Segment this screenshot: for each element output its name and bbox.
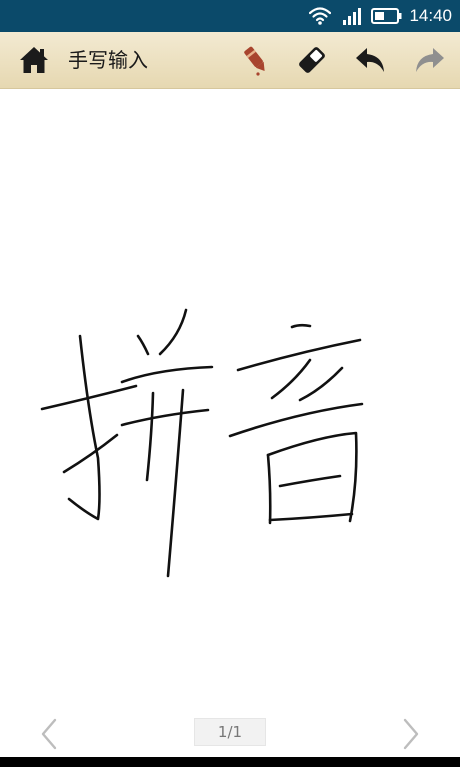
home-icon — [20, 47, 48, 73]
previous-page-button[interactable] — [34, 717, 64, 751]
handwriting-canvas[interactable] — [0, 89, 460, 709]
pen-icon — [244, 46, 265, 76]
page-title: 手写输入 — [68, 48, 148, 72]
previous-page-icon — [41, 718, 57, 750]
redo-button[interactable] — [412, 42, 448, 78]
clock: 14:40 — [409, 6, 452, 25]
page-indicator: 1/1 — [194, 718, 266, 746]
pen-button[interactable] — [238, 42, 274, 78]
battery-icon — [371, 8, 402, 24]
home-button[interactable] — [16, 42, 52, 78]
handwriting-strokes — [40, 308, 364, 578]
undo-icon — [356, 48, 384, 72]
eraser-icon — [299, 47, 325, 73]
wifi-icon — [309, 7, 331, 25]
next-page-icon — [403, 718, 419, 750]
redo-icon — [416, 48, 444, 72]
pagination-bar: 1/1 — [0, 709, 460, 757]
toolbar: 手写输入 — [0, 32, 460, 89]
eraser-button[interactable] — [294, 42, 330, 78]
navigation-bar — [0, 757, 460, 767]
undo-button[interactable] — [352, 42, 388, 78]
signal-icon — [343, 8, 361, 25]
status-bar: 14:40 — [0, 0, 460, 32]
next-page-button[interactable] — [396, 717, 426, 751]
